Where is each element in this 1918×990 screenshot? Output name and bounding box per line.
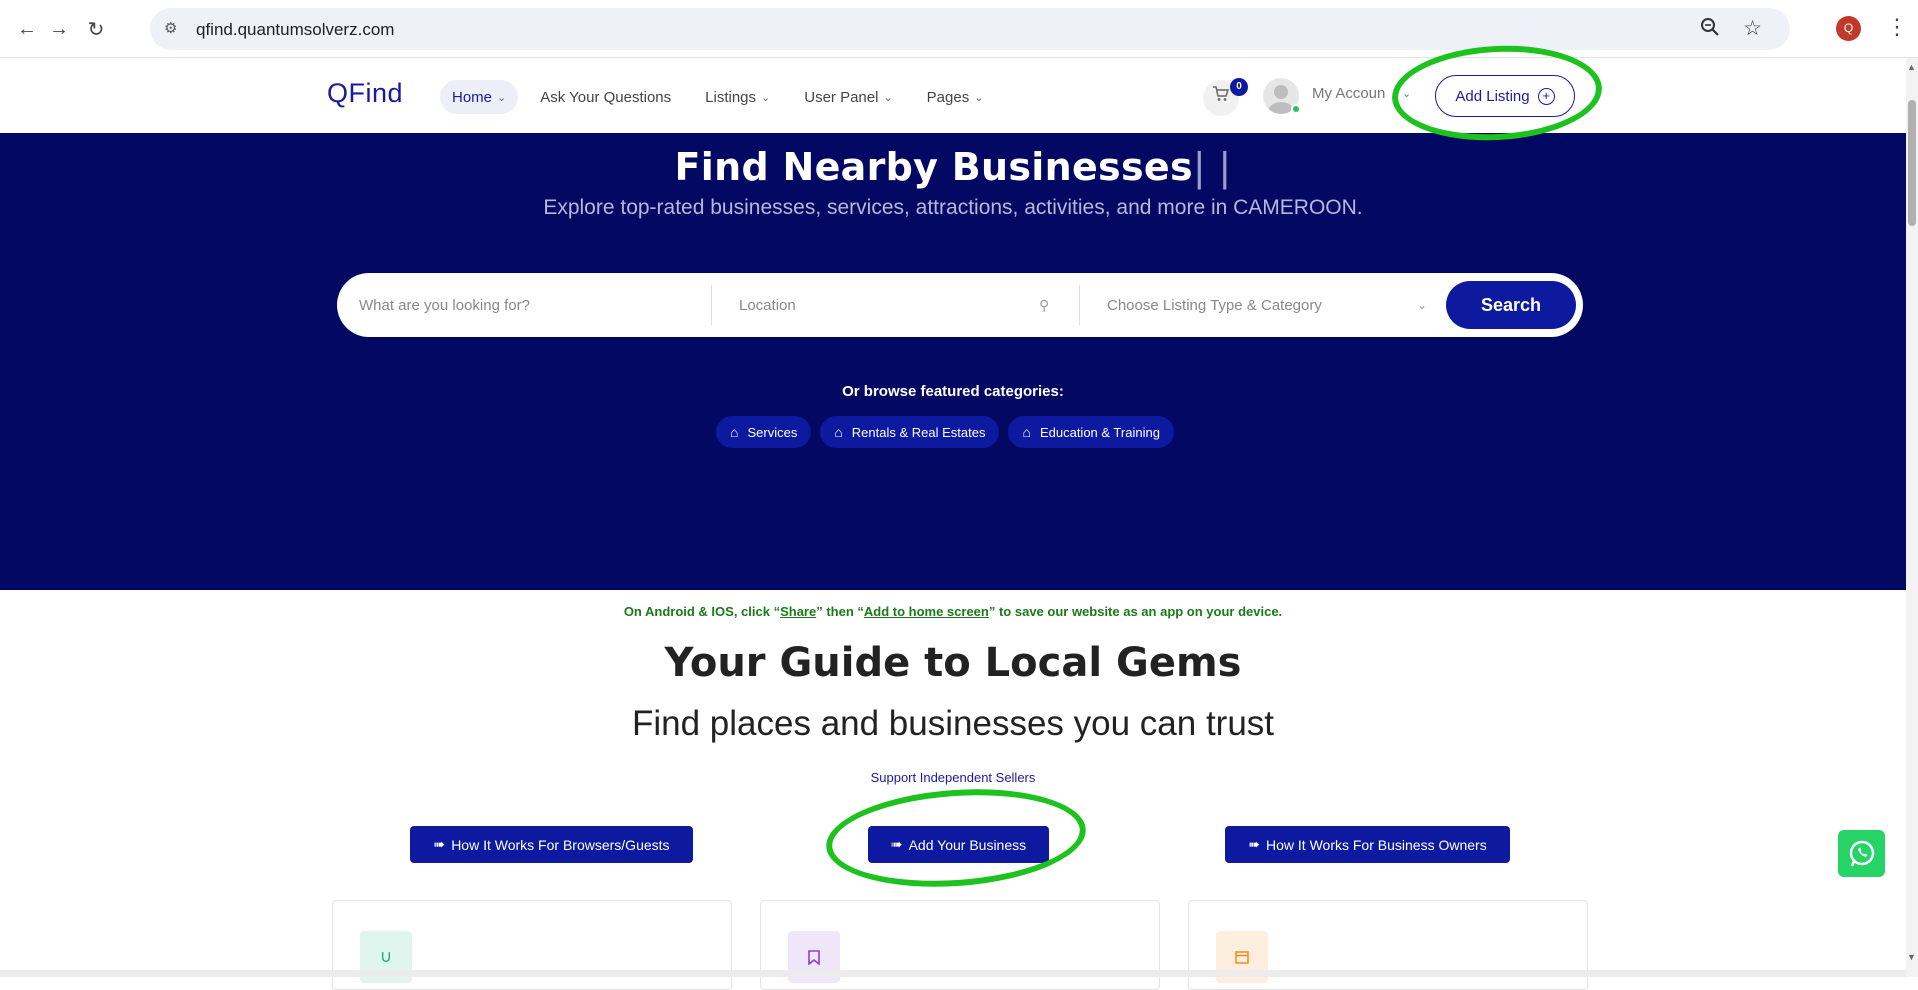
guide-subtitle: Find places and businesses you can trust <box>631 704 1275 743</box>
nav-ask-questions[interactable]: Ask Your Questions <box>528 80 683 114</box>
profile-avatar[interactable]: Q <box>1836 16 1861 41</box>
tip-text: On Android & IOS, click “ <box>623 604 781 619</box>
address-bar[interactable]: ⚙ qfind.quantumsolverz.com ☆ <box>150 8 1790 50</box>
search-placeholder: What are you looking for? <box>359 296 530 314</box>
site-settings-icon[interactable]: ⚙ <box>164 19 184 39</box>
chevron-down-icon: ⌄ <box>883 91 893 104</box>
scroll-down-arrow-icon[interactable]: ▼ <box>1907 952 1916 962</box>
home-icon: ⌂ <box>834 424 843 440</box>
how-it-works-browsers-button[interactable]: ➠ How It Works For Browsers/Guests <box>410 826 693 863</box>
tip-text: ” to save our website as an app on your … <box>988 604 1283 619</box>
category-chip-services[interactable]: ⌂ Services <box>716 416 812 448</box>
nav-ask-label: Ask Your Questions <box>540 88 672 106</box>
sign-in-icon: ➠ <box>890 836 903 852</box>
cart-count-badge: 0 <box>1230 78 1248 96</box>
whatsapp-icon[interactable] <box>1838 830 1885 877</box>
site-logo[interactable]: QFind <box>327 78 403 109</box>
nav-pages[interactable]: Pages ⌄ <box>915 80 996 114</box>
chevron-down-icon: ⌄ <box>1417 298 1428 312</box>
horizontal-scrollbar[interactable] <box>0 970 1906 977</box>
cta-label: How It Works For Browsers/Guests <box>451 836 670 853</box>
sign-in-icon: ➠ <box>1248 836 1261 852</box>
sign-in-icon: ➠ <box>433 836 446 852</box>
bookmark-star-icon[interactable]: ☆ <box>1743 16 1762 41</box>
nav-user-panel[interactable]: User Panel ⌄ <box>792 80 904 114</box>
tip-text: ” then “ <box>816 604 864 619</box>
category-chip-label: Rentals & Real Estates <box>851 424 986 440</box>
location-placeholder: Location <box>739 296 796 314</box>
cta-label: Add Your Business <box>908 836 1027 853</box>
add-listing-button[interactable]: Add Listing + <box>1435 75 1575 117</box>
featured-categories: ⌂ Services ⌂ Rentals & Real Estates ⌂ Ed… <box>716 416 1174 448</box>
chevron-down-icon: ⌄ <box>974 91 984 104</box>
browser-toolbar: ← → ↻ ⚙ qfind.quantumsolverz.com ☆ Q ⋮ <box>0 0 1918 58</box>
location-input[interactable]: Location ⚲ <box>739 273 1069 337</box>
how-it-works-owners-button[interactable]: ➠ How It Works For Business Owners <box>1225 826 1510 863</box>
my-account-link[interactable]: My Accoun <box>1312 85 1385 102</box>
divider <box>711 285 712 325</box>
plus-circle-icon: + <box>1537 87 1555 105</box>
category-chip-education[interactable]: ⌂ Education & Training <box>1008 416 1174 448</box>
add-to-home-tip: On Android & IOS, click “Share” then “Ad… <box>0 604 1906 619</box>
divider <box>1079 285 1080 325</box>
main-nav: Home ⌄ Ask Your Questions Listings ⌄ User … <box>440 80 1005 114</box>
category-placeholder: Choose Listing Type & Category <box>1107 296 1322 314</box>
search-bar: What are you looking for? Location ⚲ Cho… <box>337 273 1583 337</box>
search-button[interactable]: Search <box>1446 281 1576 329</box>
category-chip-label: Services <box>747 424 798 440</box>
scrollbar-thumb[interactable] <box>1908 100 1916 226</box>
home-icon: ⌂ <box>1022 424 1031 440</box>
hero-subtitle: Explore top-rated businesses, services, … <box>543 196 1363 219</box>
nav-home[interactable]: Home ⌄ <box>440 80 519 114</box>
vertical-scrollbar[interactable]: ▲ ▼ <box>1906 58 1918 977</box>
nav-user-panel-label: User Panel <box>804 88 879 106</box>
chevron-down-icon: ⌄ <box>497 91 507 104</box>
guide-title: Your Guide to Local Gems <box>664 640 1242 686</box>
hero-title: Find Nearby Businesses| | <box>0 145 1906 189</box>
category-chip-rentals[interactable]: ⌂ Rentals & Real Estates <box>820 416 1000 448</box>
nav-listings-label: Listings <box>705 88 757 106</box>
typing-cursor: | | <box>1192 145 1232 189</box>
nav-home-label: Home <box>452 88 493 106</box>
browser-menu-icon[interactable]: ⋮ <box>1886 14 1908 40</box>
chevron-down-icon: ⌄ <box>761 91 771 104</box>
search-input[interactable]: What are you looking for? <box>359 273 699 337</box>
zoom-icon[interactable] <box>1700 17 1720 43</box>
hero-section: Find Nearby Businesses| | Explore top-ra… <box>0 133 1906 590</box>
reload-icon[interactable]: ↻ <box>81 14 111 44</box>
site-header: QFind Home ⌄ Ask Your Questions Listings ⌄… <box>0 58 1906 133</box>
back-arrow-icon[interactable]: ← <box>12 14 42 44</box>
tip-add-home-link[interactable]: Add to home screen <box>864 604 989 619</box>
browse-categories-label: Or browse featured categories: <box>842 383 1064 400</box>
map-pin-icon[interactable]: ⚲ <box>1039 297 1049 314</box>
home-icon: ⌂ <box>730 424 739 440</box>
tip-share-link[interactable]: Share <box>780 604 816 619</box>
forward-arrow-icon[interactable]: → <box>44 14 74 44</box>
url-text[interactable]: qfind.quantumsolverz.com <box>196 20 394 40</box>
nav-listings[interactable]: Listings ⌄ <box>693 80 782 114</box>
scroll-up-arrow-icon[interactable]: ▲ <box>1907 62 1916 72</box>
category-chip-label: Education & Training <box>1039 424 1160 440</box>
add-listing-label: Add Listing <box>1455 87 1530 105</box>
add-your-business-button[interactable]: ➠ Add Your Business <box>868 826 1049 863</box>
support-sellers-link[interactable]: Support Independent Sellers <box>0 770 1906 785</box>
category-select[interactable]: Choose Listing Type & Category ⌄ <box>1107 273 1427 337</box>
cta-label: How It Works For Business Owners <box>1266 836 1487 853</box>
nav-pages-label: Pages <box>926 88 970 106</box>
hero-title-text: Find Nearby Businesses <box>674 145 1193 189</box>
chevron-down-icon[interactable]: ⌄ <box>1402 87 1411 100</box>
online-status-dot <box>1291 104 1301 114</box>
